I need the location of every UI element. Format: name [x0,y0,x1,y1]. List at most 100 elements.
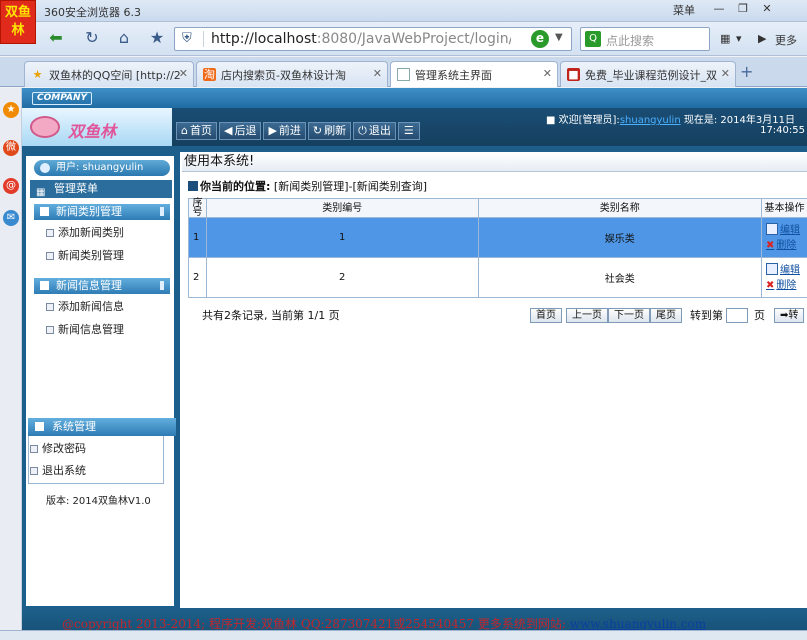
forward-label: 前进 [278,124,301,137]
group-icon [40,281,49,290]
welcome-username[interactable]: shuangyulin [620,115,681,126]
logout-label: 退出 [368,124,391,137]
sidebar: 用户: shuangyulin ▦ 管理菜单 新闻类别管理 添加新闻类别 新闻类别… [24,154,176,608]
tab-qq-space[interactable]: ★ 双鱼林的QQ空间 [http://2 ✕ [24,61,194,87]
header-toolbar: ⌂ 首页 ◀ 后退 ▶ 前进 ↻ 刷新 ⏻ 退出 ☰ [176,122,420,140]
grid-menu-icon[interactable]: ☰ [397,122,420,140]
address-bar[interactable]: ⛨ http://localhost:8080/JavaWebProject/l… [174,27,572,51]
table-row[interactable]: 2 2 社会类 编辑 ✖ 删除 [188,257,807,298]
sidebar-item-manage-news-category[interactable]: 新闻类别管理 [44,247,170,265]
more-button[interactable]: 更多 [775,32,797,48]
item-label: 修改密码 [42,442,86,455]
tab-admin-main[interactable]: 管理系统主界面 ✕ [390,61,558,87]
new-tab-button[interactable]: + [740,62,753,81]
close-icon[interactable]: ✕ [179,67,188,80]
sidebar-item-add-news-info[interactable]: 添加新闻信息 [44,298,170,316]
group-system[interactable]: 系统管理 [28,418,176,436]
table-row[interactable]: 1 1 娱乐类 编辑 ✖ 删除 [188,217,807,258]
breadcrumb: 你当前的位置: [新闻类别管理]-[新闻类别查询] [188,178,807,194]
engine-icon[interactable]: e [531,30,549,48]
prev-page-button[interactable]: 上一页 [566,308,608,323]
refresh-icon[interactable]: ↻ [80,28,104,50]
chevron-down-icon[interactable]: ▾ [736,32,742,45]
address-url[interactable]: http://localhost:8080/JavaWebProject/log… [211,31,511,47]
home-icon[interactable]: ⌂ [112,28,136,50]
cell-seq: 2 [188,257,207,298]
item-label: 退出系统 [42,464,86,477]
sidebar-menu-title: ▦ 管理菜单 [30,180,172,198]
apps-icon[interactable]: ▦ [720,32,730,45]
edit-link[interactable]: 编辑 [766,222,807,238]
url-host: http://localhost [211,31,317,47]
logout-button[interactable]: ⏻ 退出 [353,122,396,140]
chat-icon[interactable]: ✉ [3,210,19,226]
address-divider [203,31,204,47]
record-summary: 共有2条记录, 当前第 1/1 页 [202,309,340,322]
delete-label: 删除 [776,239,797,251]
logo-mascot-icon [30,116,60,138]
current-time: 17:40:55 [760,125,805,136]
home-label: 首页 [189,124,212,137]
favorites-icon[interactable]: ★ [3,102,19,118]
tab-free-course[interactable]: ■ 免费_毕业课程范例设计_双 ✕ [560,61,736,87]
footer-site-link[interactable]: www.shuangyulin.com [570,617,706,631]
close-icon[interactable]: ✕ [755,1,779,17]
first-page-button[interactable]: 首页 [530,308,562,323]
mail-icon[interactable]: @ [3,178,19,194]
search-engine-icon[interactable]: Q [585,31,601,47]
system-label: 系统管理 [52,420,96,433]
go-button[interactable]: ➡转 [774,308,805,323]
close-icon[interactable]: ✕ [543,67,552,80]
sidebar-item-manage-news-info[interactable]: 新闻信息管理 [44,321,170,339]
url-path: :8080/JavaWebProject/login/lo [316,31,511,47]
back-label: 后退 [234,124,257,137]
document-icon [46,252,54,260]
delete-link[interactable]: ✖ 删除 [766,238,807,253]
back-arrow-icon[interactable]: ⬅ [44,28,68,50]
home-icon: ⌂ [181,124,188,137]
item-label: 添加新闻信息 [58,300,124,313]
content-area: 使用本系统! 你当前的位置: [新闻类别管理]-[新闻类别查询] 序号 类别编号… [178,152,807,608]
column-header-ops: 基本操作 [761,198,807,218]
column-header-seq: 序号 [188,198,207,218]
next-page-button[interactable]: 下一页 [608,308,650,323]
sidebar-item-add-news-category[interactable]: 添加新闻类别 [44,224,170,242]
minimize-icon[interactable]: — [707,1,731,17]
search-placeholder: 点此搜索 [606,34,655,48]
content-blank [182,328,807,608]
browser-menu-button[interactable]: 菜单 [673,2,695,18]
forward-button[interactable]: ▶ 前进 [263,122,306,140]
close-icon[interactable]: ✕ [373,67,382,80]
item-label: 新闻类别管理 [58,249,124,262]
edit-link[interactable]: 编辑 [766,262,807,278]
close-icon[interactable]: ✕ [721,67,730,80]
delete-link[interactable]: ✖ 删除 [766,278,807,293]
browser-titlebar: 360安全浏览器 6.3 菜单 — ❐ ✕ [0,0,807,22]
refresh-button[interactable]: ↻ 刷新 [307,122,352,140]
column-header-code: 类别编号 [205,198,479,218]
last-page-button[interactable]: 尾页 [650,308,682,323]
collapse-handle-icon [160,207,164,216]
edit-label: 编辑 [780,224,800,236]
tab-shop-search[interactable]: 淘 店内搜索页-双鱼林设计淘 ✕ [196,61,388,87]
document-icon [30,467,38,475]
back-button[interactable]: ◀ 后退 [218,122,262,140]
chevron-down-icon[interactable]: ▼ [555,32,563,43]
sidebar-item-logout[interactable]: 退出系统 [28,462,154,480]
back-icon: ◀ [223,124,233,137]
item-label: 新闻信息管理 [58,323,124,336]
group-news-category[interactable]: 新闻类别管理 [34,204,170,220]
sidebar-item-change-password[interactable]: 修改密码 [28,440,154,458]
home-button[interactable]: ⌂ 首页 [176,122,217,140]
favorite-star-icon[interactable]: ★ [145,28,169,50]
media-icon[interactable]: ▶ [758,32,766,45]
logo-line-1: 双鱼 [4,5,31,20]
maximize-icon[interactable]: ❐ [731,1,755,17]
page-unit-label: 页 [754,309,765,322]
weibo-icon[interactable]: 微 [3,140,19,156]
page-number-input[interactable] [726,308,748,323]
power-icon: ⏻ [358,124,367,137]
group-news-info[interactable]: 新闻信息管理 [34,278,170,294]
tab-bar: ★ 双鱼林的QQ空间 [http://2 ✕ 淘 店内搜索页-双鱼林设计淘 ✕ … [0,57,807,87]
search-box[interactable]: Q 点此搜索 [580,27,710,51]
